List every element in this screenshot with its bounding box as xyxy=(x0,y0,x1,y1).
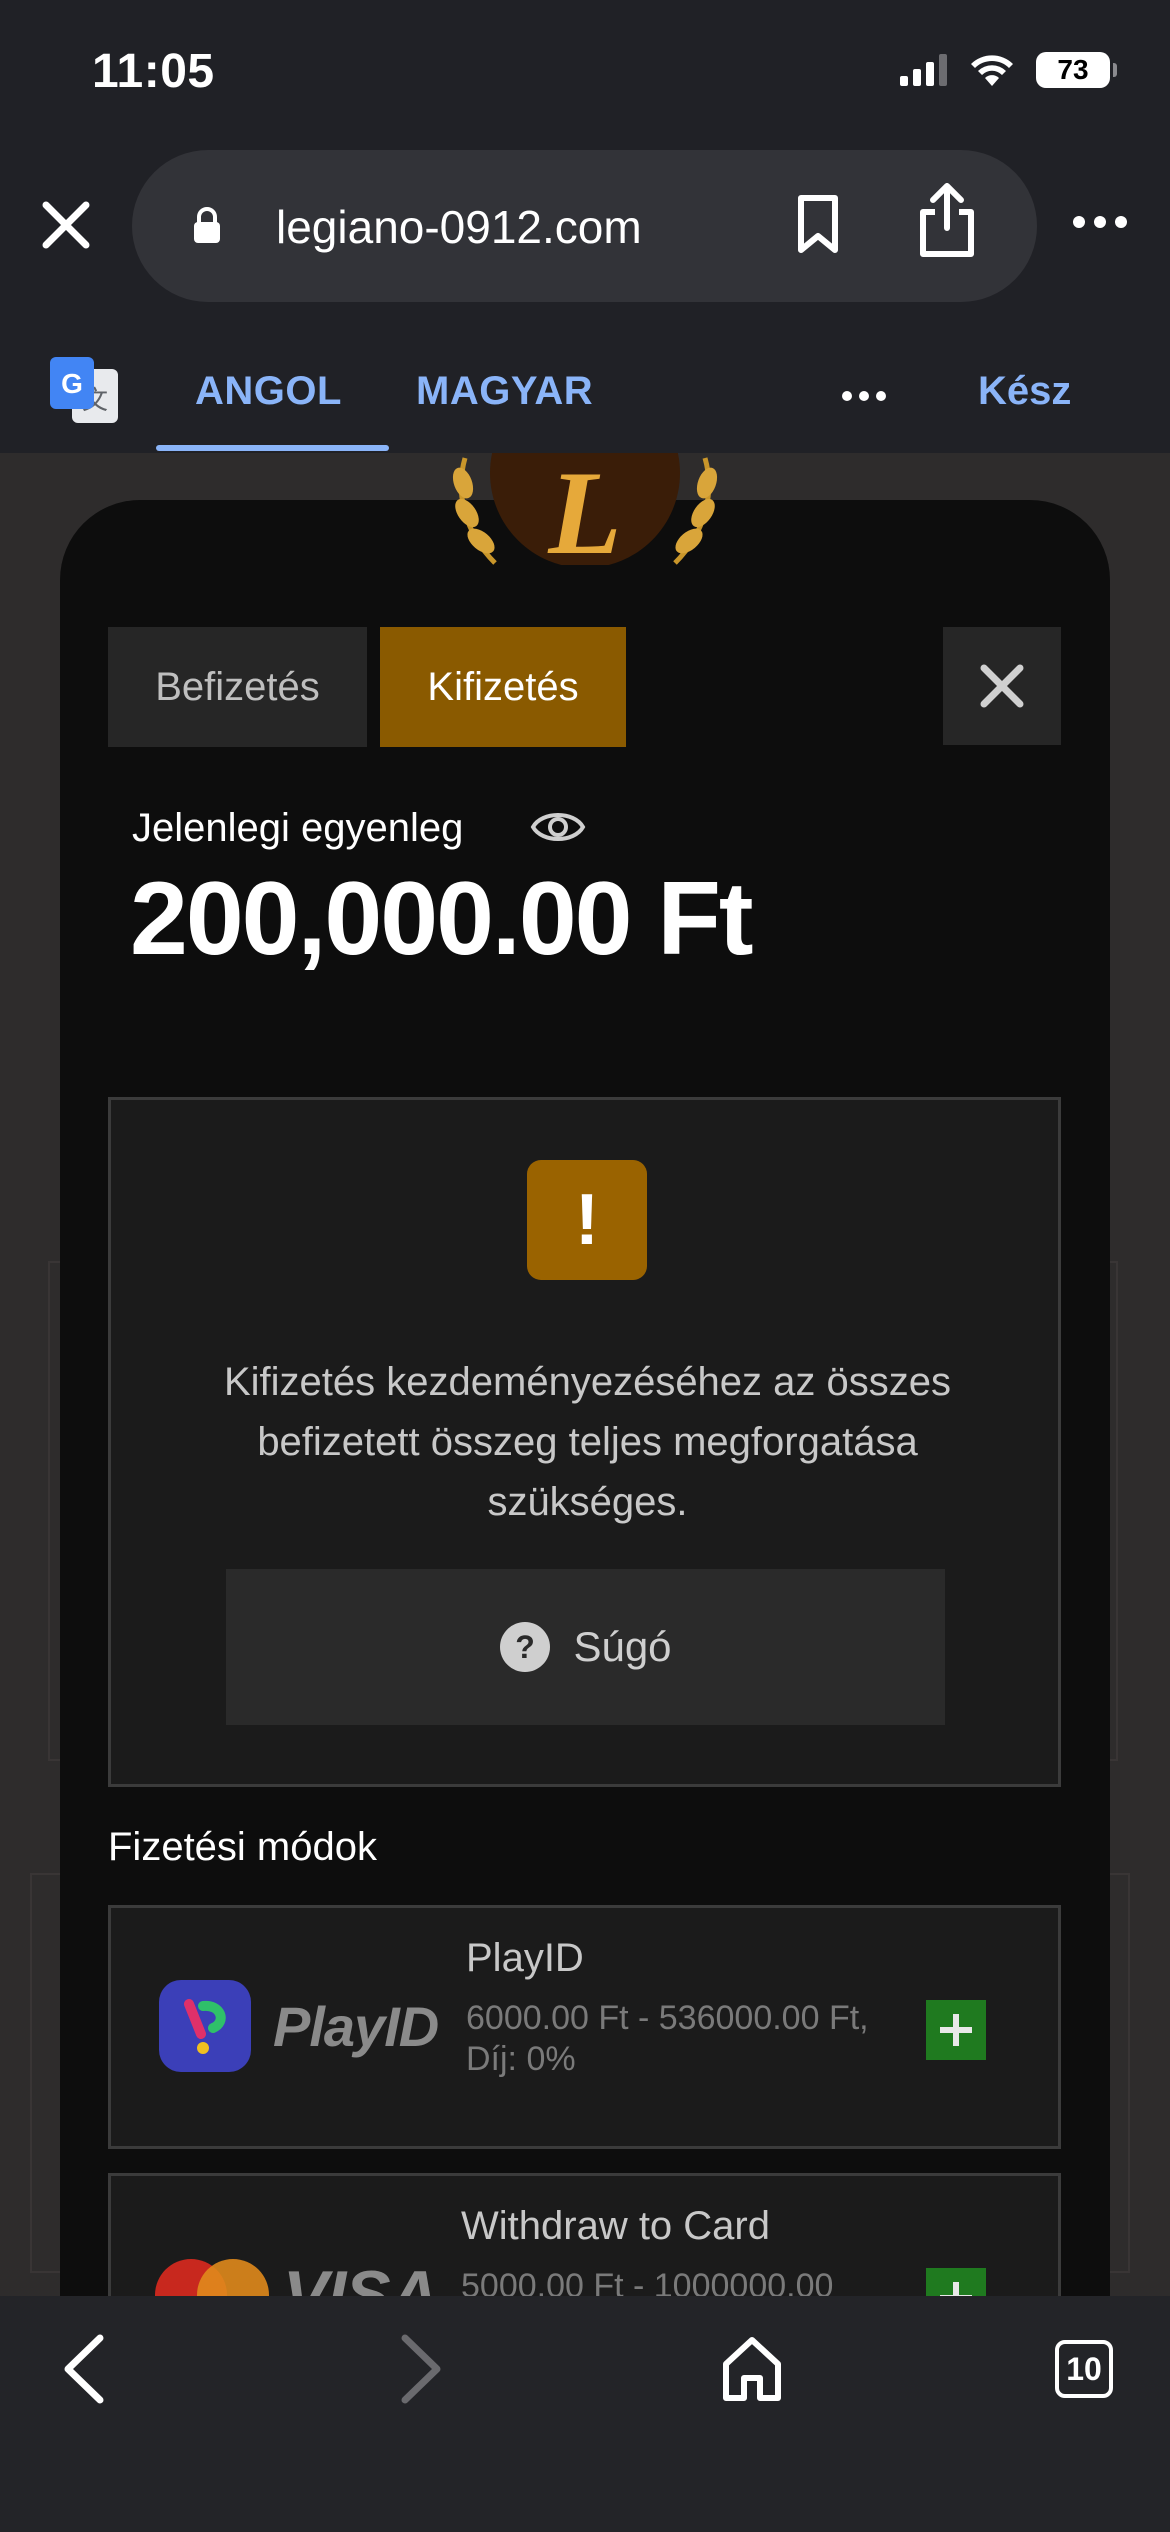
help-button[interactable]: ? Súgó xyxy=(226,1569,945,1725)
plus-icon xyxy=(940,2282,972,2296)
browser-address-area: legiano-0912.com xyxy=(0,145,1170,335)
status-icons: 73 xyxy=(900,52,1117,88)
url-text: legiano-0912.com xyxy=(276,201,642,253)
back-icon[interactable] xyxy=(60,2334,110,2404)
method-fee: Díj: 0% xyxy=(466,2040,576,2078)
withdraw-notice: ! Kifizetés kezdeményezéséhez az összes … xyxy=(108,1097,1061,1787)
playid-wordmark: PlayID xyxy=(273,1994,439,2058)
close-icon xyxy=(980,664,1024,708)
battery-icon: 73 xyxy=(1036,52,1117,88)
more-icon[interactable] xyxy=(1072,215,1128,229)
method-limits: 6000.00 Ft - 536000.00 Ft, xyxy=(466,1999,869,2037)
translate-more-icon[interactable] xyxy=(842,391,886,401)
lang-tab-source[interactable]: ANGOL xyxy=(195,369,342,414)
method-name: Withdraw to Card xyxy=(461,2204,770,2248)
wifi-icon xyxy=(971,55,1013,86)
active-tab-indicator xyxy=(156,445,389,451)
share-icon[interactable] xyxy=(917,180,977,260)
tab-deposit[interactable]: Befizetés xyxy=(108,627,367,747)
plus-icon xyxy=(940,2014,972,2046)
method-range: 6000.00 Ft - 536000.00 Ft, Díj: 0% xyxy=(466,1998,896,2080)
browser-toolbar: 10 xyxy=(0,2296,1170,2532)
help-icon: ? xyxy=(500,1622,551,1672)
withdraw-modal: Befizetés Kifizetés Jelenlegi egyenleg 2… xyxy=(60,500,1110,2296)
google-translate-icon: 文 G xyxy=(50,357,118,423)
balance-label: Jelenlegi egyenleg xyxy=(132,806,464,850)
svg-text:?: ? xyxy=(516,1629,536,1665)
tabs-button[interactable]: 10 xyxy=(1055,2340,1113,2398)
translate-bar: 文 G ANGOL MAGYAR Kész xyxy=(0,335,1170,453)
method-limits: 5000.00 Ft - 1000000.00 xyxy=(461,2267,834,2296)
svg-text:G: G xyxy=(61,368,83,399)
balance-value: 200,000.00 Ft xyxy=(130,861,754,977)
eye-icon[interactable] xyxy=(530,805,586,849)
add-method-button[interactable] xyxy=(926,2000,986,2060)
payment-methods-title: Fizetési módok xyxy=(108,1825,377,1869)
url-bar[interactable]: legiano-0912.com xyxy=(132,150,1037,302)
playid-logo: PlayID xyxy=(159,1980,439,2072)
status-bar: 11:05 73 xyxy=(0,0,1170,145)
signal-icon xyxy=(900,54,947,86)
method-name: PlayID xyxy=(466,1936,584,1980)
notice-text: Kifizetés kezdeményezéséhez az összes be… xyxy=(223,1360,952,1524)
translate-done-button[interactable]: Kész xyxy=(978,369,1071,414)
svg-text:L: L xyxy=(547,453,621,565)
warning-icon: ! xyxy=(527,1160,647,1280)
home-icon[interactable] xyxy=(720,2334,784,2404)
lang-tab-target[interactable]: MAGYAR xyxy=(416,369,593,414)
help-label: Súgó xyxy=(573,1623,672,1670)
tab-withdraw[interactable]: Kifizetés xyxy=(380,627,626,747)
payment-method-playid[interactable]: PlayID PlayID 6000.00 Ft - 536000.00 Ft,… xyxy=(108,1905,1061,2149)
mastercard-visa-logo: VISA xyxy=(155,2256,439,2296)
casino-logo: L xyxy=(425,453,745,565)
payment-method-card[interactable]: VISA Withdraw to Card 5000.00 Ft - 10000… xyxy=(108,2173,1061,2296)
forward-icon[interactable] xyxy=(395,2334,445,2404)
modal-close-button[interactable] xyxy=(943,627,1061,745)
visa-wordmark: VISA xyxy=(283,2257,439,2296)
add-method-button[interactable] xyxy=(926,2268,986,2296)
lock-icon xyxy=(194,207,220,243)
close-icon[interactable] xyxy=(36,195,96,255)
playid-badge-icon xyxy=(159,1980,251,2072)
status-time: 11:05 xyxy=(92,45,215,98)
bookmark-icon[interactable] xyxy=(795,194,841,256)
